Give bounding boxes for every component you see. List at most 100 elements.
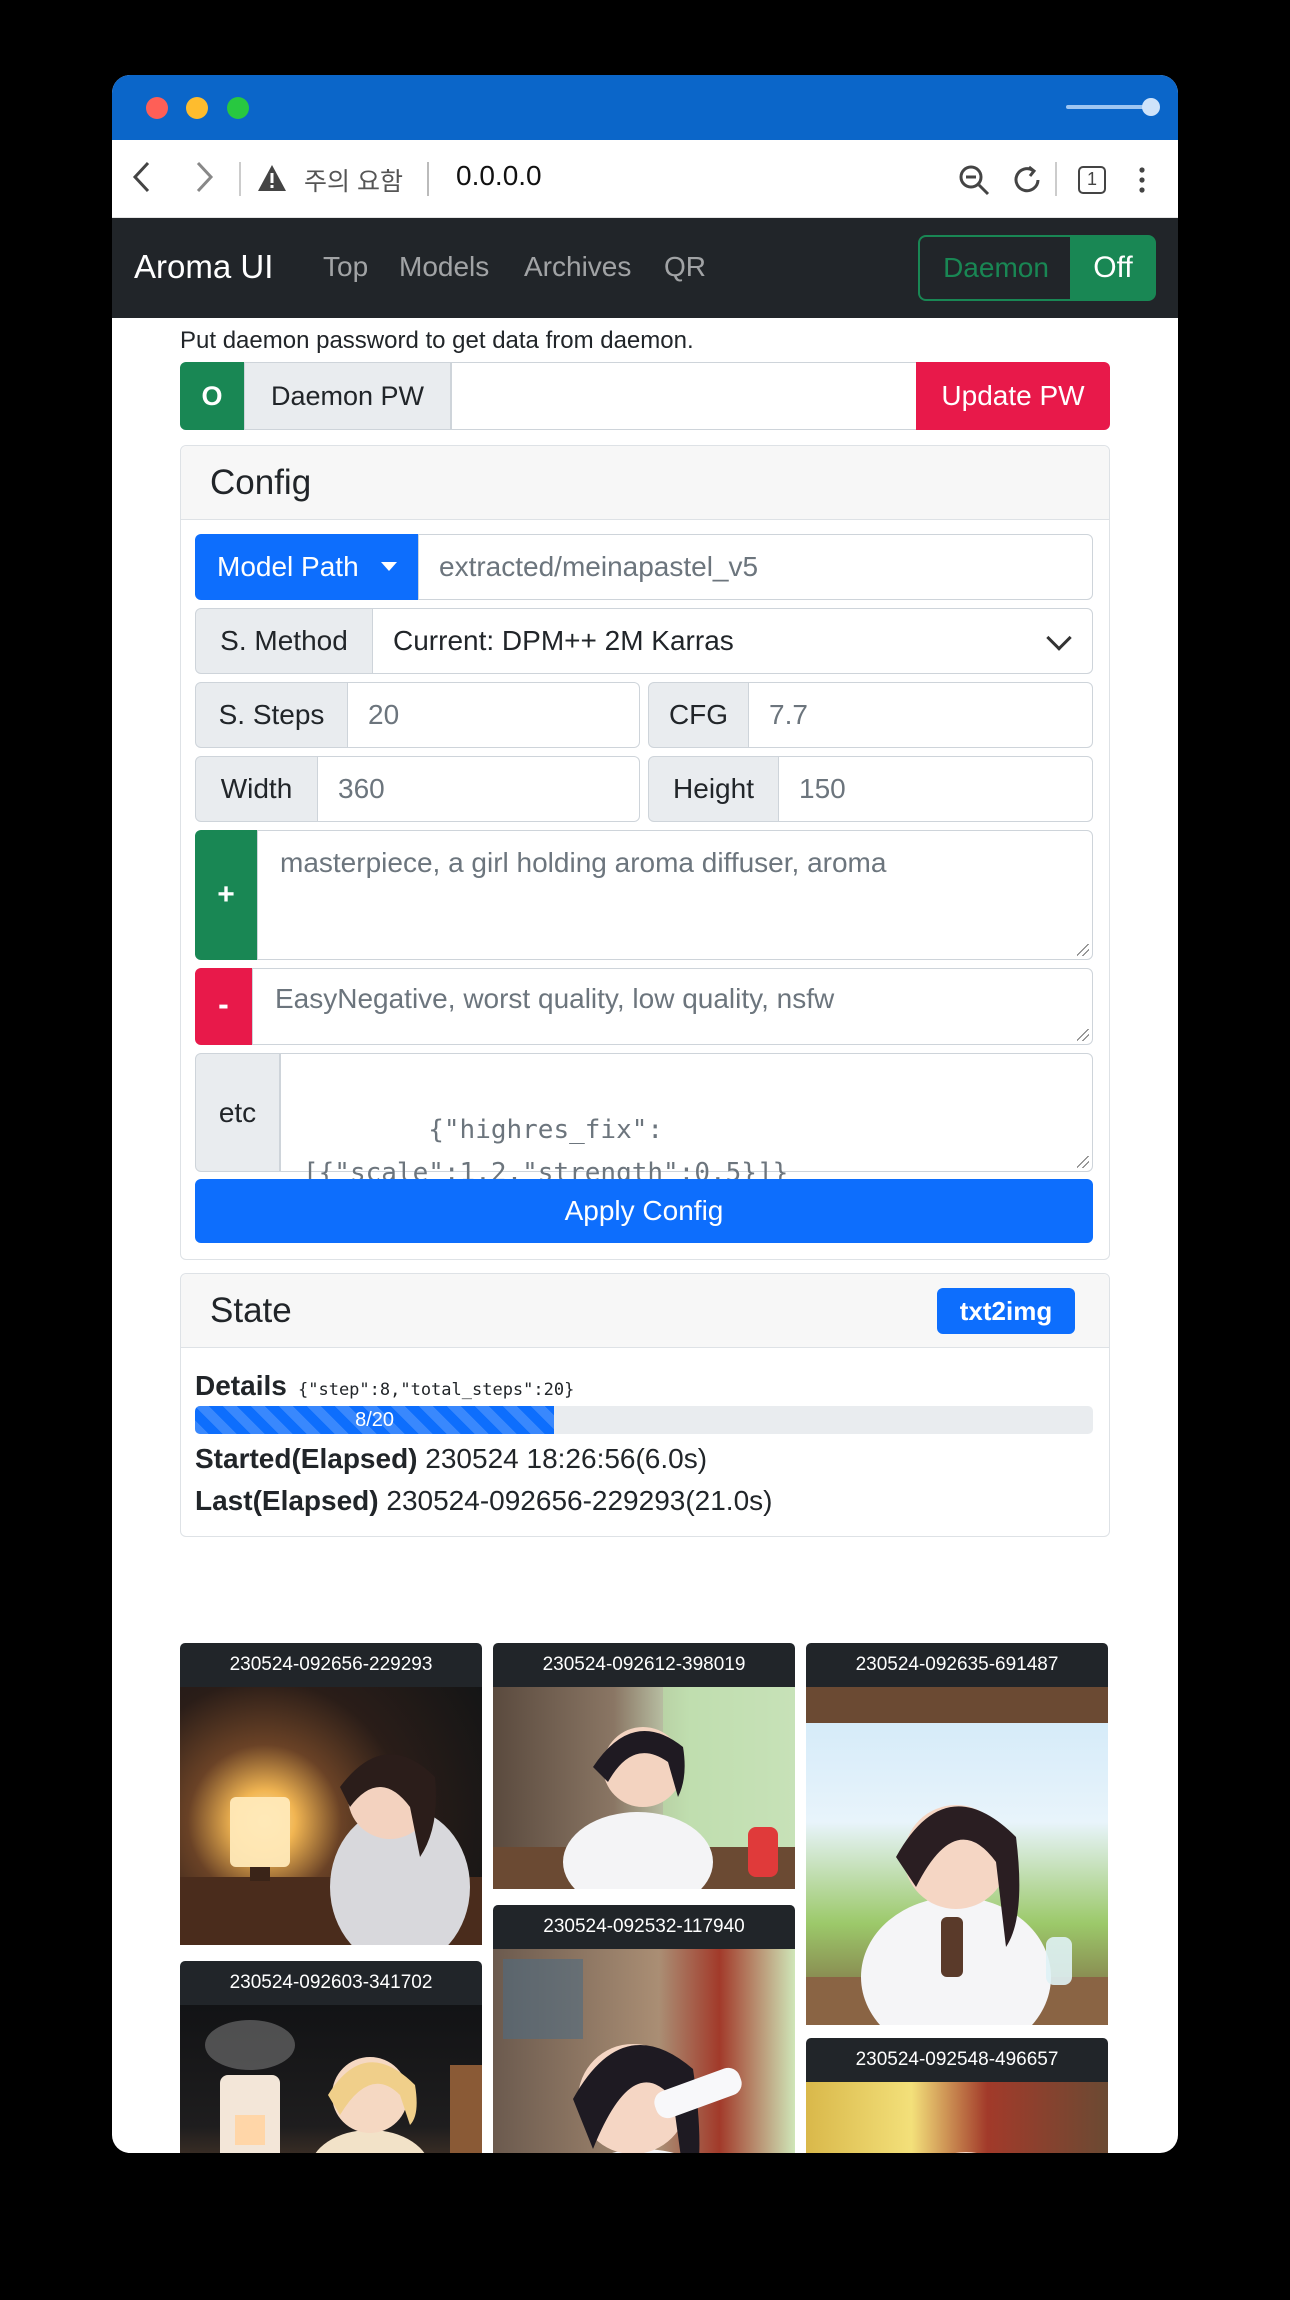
etc-text: {"highres_fix": [{"scale":1.2,"strength"… bbox=[303, 1115, 789, 1188]
started-line: Started(Elapsed) 230524 18:26:56(6.0s) bbox=[195, 1443, 707, 1475]
more-menu-icon[interactable] bbox=[1124, 162, 1160, 198]
image-caption: 230524-092532-117940 bbox=[493, 1905, 795, 1949]
generated-image[interactable] bbox=[493, 1949, 795, 2153]
width-input[interactable]: 360 bbox=[317, 756, 640, 822]
mode-badge: txt2img bbox=[937, 1288, 1075, 1334]
config-title: Config bbox=[210, 463, 312, 502]
nav-link-archives[interactable]: Archives bbox=[524, 251, 631, 283]
negative-prompt-label: - bbox=[195, 968, 252, 1045]
resize-handle-icon[interactable] bbox=[1077, 1029, 1089, 1041]
steps-input[interactable]: 20 bbox=[347, 682, 640, 748]
image-caption: 230524-092612-398019 bbox=[493, 1643, 795, 1687]
forward-arrow-icon[interactable] bbox=[192, 159, 216, 204]
password-label: Daemon PW bbox=[244, 362, 451, 430]
sampling-method-value: Current: DPM++ 2M Karras bbox=[393, 625, 734, 656]
sampling-method-select[interactable]: Current: DPM++ 2M Karras bbox=[372, 608, 1093, 674]
cfg-group: CFG 7.7 bbox=[648, 682, 1093, 748]
generated-image[interactable] bbox=[180, 2005, 482, 2153]
maximize-window-icon[interactable] bbox=[227, 97, 249, 119]
nav-link-models[interactable]: Models bbox=[399, 251, 489, 283]
height-group: Height 150 bbox=[648, 756, 1093, 822]
width-label: Width bbox=[195, 756, 318, 822]
divider bbox=[239, 162, 241, 196]
negative-prompt-text: EasyNegative, worst quality, low quality… bbox=[275, 983, 835, 1014]
gallery-item[interactable]: 230524-092612-398019 bbox=[493, 1643, 795, 1889]
height-label: Height bbox=[648, 756, 779, 822]
negative-prompt-textarea[interactable]: EasyNegative, worst quality, low quality… bbox=[252, 968, 1093, 1045]
details-label: Details bbox=[195, 1370, 287, 1401]
tabs-icon[interactable]: 1 bbox=[1074, 162, 1110, 198]
gallery-item[interactable]: 230524-092656-229293 bbox=[180, 1643, 482, 1945]
resize-handle-icon[interactable] bbox=[1077, 944, 1089, 956]
config-card: Config Model Path extracted/meinapastel_… bbox=[180, 445, 1110, 1260]
positive-prompt-textarea[interactable]: masterpiece, a girl holding aroma diffus… bbox=[257, 830, 1093, 960]
divider bbox=[427, 162, 429, 196]
sampling-method-label: S. Method bbox=[195, 608, 373, 674]
image-caption: 230524-092548-496657 bbox=[806, 2038, 1108, 2082]
generated-image[interactable] bbox=[493, 1687, 795, 1889]
cfg-label: CFG bbox=[648, 682, 749, 748]
url-text[interactable]: 0.0.0.0 bbox=[456, 160, 542, 192]
cfg-input[interactable]: 7.7 bbox=[748, 682, 1093, 748]
image-caption: 230524-092656-229293 bbox=[180, 1643, 482, 1687]
security-warning-text[interactable]: 주의 요함 bbox=[304, 162, 403, 198]
details-json: {"step":8,"total_steps":20} bbox=[298, 1380, 575, 1400]
gallery-item[interactable]: 230524-092603-341702 bbox=[180, 1961, 482, 2153]
state-card: State txt2img Details {"step":8,"total_s… bbox=[180, 1273, 1110, 1537]
password-group: O Daemon PW Update PW bbox=[180, 362, 1110, 430]
steps-group: S. Steps 20 bbox=[195, 682, 640, 748]
started-label: Started(Elapsed) bbox=[195, 1443, 418, 1474]
close-window-icon[interactable] bbox=[146, 97, 168, 119]
width-group: Width 360 bbox=[195, 756, 640, 822]
divider bbox=[1055, 162, 1057, 196]
minimize-window-icon[interactable] bbox=[186, 97, 208, 119]
reload-icon[interactable] bbox=[1010, 162, 1046, 198]
caret-down-icon bbox=[381, 562, 397, 571]
image-caption: 230524-092603-341702 bbox=[180, 1961, 482, 2005]
browser-window: 주의 요함 0.0.0.0 1 Aroma UI Top Models Arch… bbox=[112, 75, 1178, 2153]
tab-count[interactable]: 1 bbox=[1078, 166, 1106, 194]
app-brand[interactable]: Aroma UI bbox=[134, 248, 273, 286]
warning-icon[interactable] bbox=[257, 164, 287, 192]
password-input[interactable] bbox=[451, 362, 917, 430]
update-password-button[interactable]: Update PW bbox=[916, 362, 1110, 430]
sampling-method-group: S. Method Current: DPM++ 2M Karras bbox=[195, 608, 1093, 674]
etc-textarea[interactable]: {"highres_fix": [{"scale":1.2,"strength"… bbox=[280, 1053, 1093, 1188]
started-value: 230524 18:26:56(6.0s) bbox=[425, 1443, 708, 1474]
gallery-item[interactable]: 230524-092548-496657 bbox=[806, 2038, 1108, 2153]
state-title: State bbox=[210, 1291, 292, 1330]
nav-link-qr[interactable]: QR bbox=[664, 251, 706, 283]
generated-image[interactable] bbox=[806, 2082, 1108, 2153]
progress-fill: 8/20 bbox=[195, 1406, 555, 1434]
model-path-input[interactable]: extracted/meinapastel_v5 bbox=[418, 534, 1093, 600]
model-path-label: Model Path bbox=[217, 551, 359, 582]
steps-label: S. Steps bbox=[195, 682, 348, 748]
password-hint: Put daemon password to get data from dae… bbox=[180, 327, 694, 354]
zoom-out-icon[interactable] bbox=[956, 162, 992, 198]
title-bar bbox=[112, 75, 1178, 140]
etc-label: etc bbox=[195, 1053, 280, 1172]
window-slider[interactable] bbox=[1066, 98, 1160, 116]
progress-bar: 8/20 bbox=[195, 1406, 1093, 1434]
generated-image[interactable] bbox=[806, 1687, 1108, 2025]
password-status-badge: O bbox=[180, 362, 244, 430]
image-caption: 230524-092635-691487 bbox=[806, 1643, 1108, 1687]
last-label: Last(Elapsed) bbox=[195, 1485, 379, 1516]
address-bar: 주의 요함 0.0.0.0 1 bbox=[112, 140, 1178, 218]
generated-image[interactable] bbox=[180, 1687, 482, 1945]
model-path-dropdown-button[interactable]: Model Path bbox=[195, 534, 418, 600]
apply-config-button[interactable]: Apply Config bbox=[195, 1179, 1093, 1243]
gallery-item[interactable]: 230524-092635-691487 bbox=[806, 1643, 1108, 2025]
config-header: Config bbox=[181, 446, 1109, 520]
chevron-down-icon bbox=[1046, 625, 1072, 651]
height-input[interactable]: 150 bbox=[778, 756, 1093, 822]
last-value: 230524-092656-229293(21.0s) bbox=[386, 1485, 773, 1516]
nav-link-top[interactable]: Top bbox=[323, 251, 368, 283]
positive-prompt-label: + bbox=[195, 830, 257, 960]
resize-handle-icon[interactable] bbox=[1077, 1156, 1089, 1168]
gallery-item[interactable]: 230524-092532-117940 bbox=[493, 1905, 795, 2153]
back-arrow-icon[interactable] bbox=[130, 159, 154, 204]
daemon-label: Daemon bbox=[918, 235, 1072, 301]
state-header: State txt2img bbox=[181, 1274, 1109, 1348]
daemon-toggle-button[interactable]: Off bbox=[1070, 235, 1156, 301]
